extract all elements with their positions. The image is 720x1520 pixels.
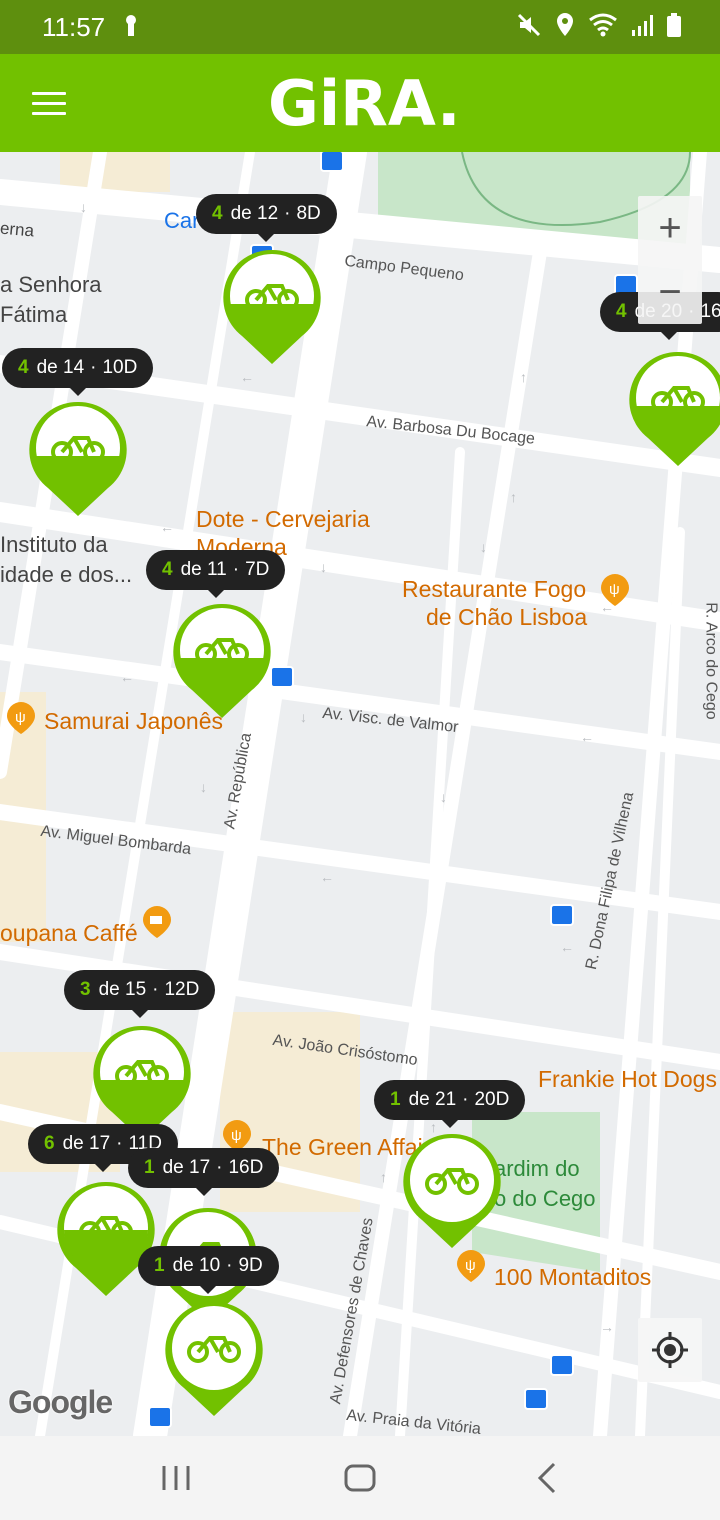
svg-text:ψ: ψ <box>609 581 620 598</box>
park-label: ardim do <box>494 1156 580 1181</box>
svg-text:←: ← <box>320 869 334 885</box>
svg-text:↓: ↓ <box>300 709 307 725</box>
place-label: Fátima <box>0 302 68 327</box>
zoom-in-button[interactable]: + <box>638 196 702 260</box>
station-tooltip[interactable]: 4 de 11 · 7D <box>146 550 286 598</box>
poi-label[interactable]: The Green Affai <box>262 1134 423 1161</box>
restaurant-pin-icon[interactable]: ψ <box>598 572 632 606</box>
bike-station-pin[interactable] <box>56 1180 156 1298</box>
poi-label[interactable]: 100 Montaditos <box>494 1264 651 1291</box>
battery-icon <box>667 13 681 37</box>
svg-text:↓: ↓ <box>480 539 487 555</box>
key-icon <box>122 14 140 43</box>
restaurant-pin-icon[interactable]: ψ <box>220 1118 254 1152</box>
street-label: R. Arco do Cego <box>702 602 720 720</box>
poi-label[interactable]: Frankie Hot Dogs <box>538 1066 717 1093</box>
poi-label[interactable]: Restaurante Fogo <box>402 576 586 603</box>
clock: 11:57 <box>42 12 106 42</box>
map-view[interactable]: ↓ ← ← ↑ ↑ ↓ ↓ ← ← ↓ ↓ ← ← ↓ ↑ ← ↑ → erna Car Campo P… <box>0 152 720 1436</box>
svg-text:GiRA.: GiRA. <box>268 70 458 134</box>
svg-text:↑: ↑ <box>520 369 527 385</box>
svg-text:←: ← <box>580 729 594 745</box>
status-bar: 11:57 <box>0 0 720 54</box>
svg-text:↑: ↑ <box>380 1169 387 1185</box>
bus-stop-icon[interactable] <box>270 666 294 688</box>
gira-logo: GiRA. <box>268 70 458 134</box>
crosshair-icon <box>652 1332 688 1368</box>
bike-station-pin[interactable] <box>28 400 128 518</box>
station-tooltip[interactable]: 1 de 17 · 16D <box>128 1148 280 1196</box>
hamburger-menu-icon[interactable] <box>32 92 66 116</box>
bus-stop-icon[interactable] <box>320 152 344 172</box>
google-attribution: Google <box>8 1384 113 1420</box>
bus-stop-icon[interactable] <box>550 1354 574 1376</box>
restaurant-pin-icon[interactable]: ψ <box>4 700 38 734</box>
svg-text:↓: ↓ <box>80 199 87 215</box>
station-tooltip[interactable]: 1 de 10 · 9D <box>138 1246 279 1294</box>
svg-text:←: ← <box>120 669 134 685</box>
svg-text:↓: ↓ <box>320 559 327 575</box>
svg-text:↓: ↓ <box>200 779 207 795</box>
bike-station-pin[interactable] <box>222 248 322 366</box>
svg-text:←: ← <box>160 519 174 535</box>
svg-text:→: → <box>600 1319 614 1335</box>
home-icon[interactable] <box>340 1458 380 1498</box>
restaurant-pin-icon[interactable]: ψ <box>454 1248 488 1282</box>
poi-label[interactable]: Dote - Cervejaria <box>196 506 370 533</box>
place-label: Instituto da <box>0 532 108 557</box>
signal-icon <box>632 15 653 36</box>
svg-text:↓: ↓ <box>440 789 447 805</box>
place-label: a Senhora <box>0 272 102 297</box>
bike-station-pin[interactable] <box>628 350 720 468</box>
poi-label[interactable]: de Chão Lisboa <box>426 604 587 631</box>
bus-stop-icon[interactable] <box>524 1388 548 1410</box>
bus-stop-icon[interactable] <box>550 904 574 926</box>
station-tooltip[interactable]: 4 de 14 · 10D <box>2 348 154 396</box>
park-label: o do Cego <box>494 1186 596 1211</box>
mute-icon <box>517 13 541 37</box>
svg-text:ψ: ψ <box>15 709 26 726</box>
svg-text:ψ: ψ <box>231 1127 242 1144</box>
svg-text:ψ: ψ <box>465 1257 476 1274</box>
wifi-icon <box>589 13 617 37</box>
bike-station-pin[interactable] <box>164 1300 264 1418</box>
place-label: idade e dos... <box>0 562 133 587</box>
status-icons <box>516 12 682 38</box>
zoom-controls: + − <box>638 196 702 324</box>
poi-label[interactable]: oupana Caffé <box>0 920 138 947</box>
system-navigation-bar <box>0 1436 720 1520</box>
bike-station-pin[interactable] <box>402 1132 502 1250</box>
zoom-out-button[interactable]: − <box>638 260 702 324</box>
metro-label: Car <box>164 208 200 233</box>
svg-text:←: ← <box>560 939 574 955</box>
cafe-pin-icon[interactable] <box>140 904 174 938</box>
station-tooltip[interactable]: 3 de 15 · 12D <box>64 970 216 1018</box>
station-tooltip[interactable]: 4 de 12 · 8D <box>196 194 337 242</box>
bike-station-pin[interactable] <box>172 602 272 720</box>
my-location-button[interactable] <box>638 1318 702 1382</box>
svg-text:←: ← <box>240 369 254 385</box>
station-tooltip[interactable]: 1 de 21 · 20D <box>374 1080 526 1128</box>
recent-apps-icon[interactable] <box>156 1458 196 1498</box>
back-icon[interactable] <box>528 1458 568 1498</box>
location-icon <box>557 13 573 36</box>
street-label: erna <box>0 218 35 241</box>
svg-text:↑: ↑ <box>510 489 517 505</box>
